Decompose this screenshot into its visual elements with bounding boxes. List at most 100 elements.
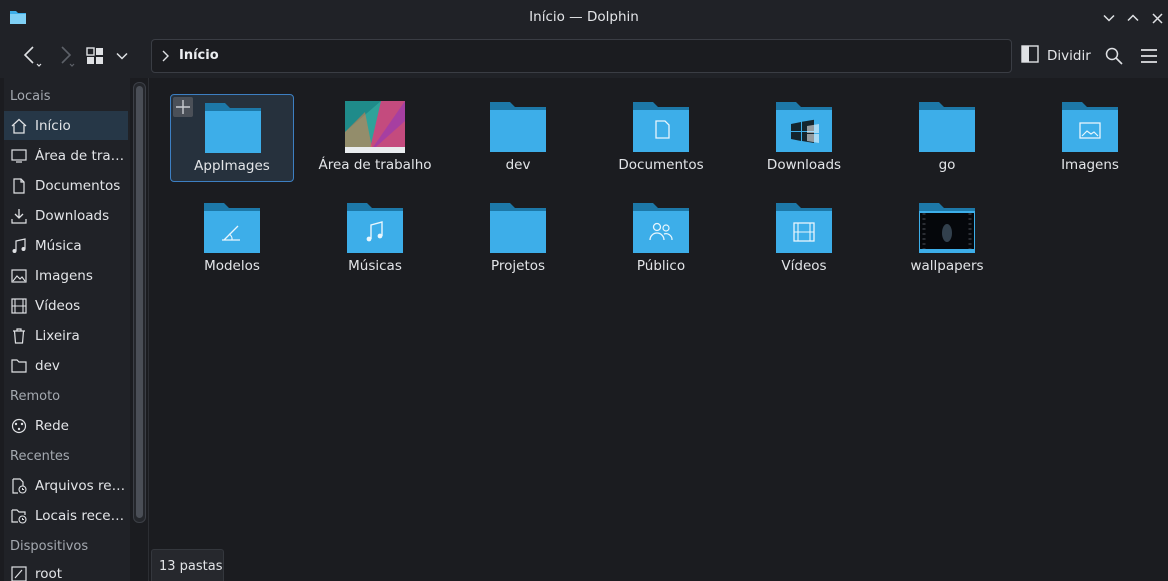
folder-label: Imagens [1061, 157, 1119, 173]
forward-button[interactable] [50, 41, 80, 71]
sidebar-item-downloads[interactable]: Downloads [4, 201, 128, 230]
folder-label: Modelos [204, 258, 260, 274]
folder-label: Vídeos [781, 258, 827, 274]
desktop-icon [11, 148, 27, 164]
folder-item[interactable]: Músicas [313, 195, 437, 283]
window-title: Início — Dolphin [529, 9, 639, 25]
folder-icon [631, 201, 691, 255]
split-view-label: Dividir [1047, 48, 1091, 64]
sidebar-item-label: Documentos [35, 177, 121, 194]
panel-splitter[interactable] [148, 78, 149, 581]
places-panel: Locais Início Área de trab… Documentos D… [4, 78, 130, 581]
sidebar-item-pictures[interactable]: Imagens [4, 261, 128, 290]
folder-icon [1060, 100, 1120, 154]
toolbar: Início Dividir [0, 36, 1168, 78]
minimize-button[interactable] [1100, 9, 1118, 27]
view-mode-dropdown-icon[interactable] [112, 41, 132, 71]
select-toggle-icon[interactable] [173, 97, 193, 117]
folder-label: Área de trabalho [318, 157, 432, 173]
folder-item[interactable]: Documentos [599, 94, 723, 182]
sidebar-item-label: Vídeos [35, 297, 81, 314]
folder-item[interactable]: wallpapers [885, 195, 1009, 283]
search-icon[interactable] [1102, 41, 1126, 71]
status-text: 13 pastas [159, 559, 223, 574]
folder-icon [202, 201, 262, 255]
folder-item[interactable]: Público [599, 195, 723, 283]
folder-label: dev [505, 157, 531, 173]
folder-item[interactable]: Projetos [456, 195, 580, 283]
sidebar-scrollbar-thumb[interactable] [136, 86, 143, 518]
sidebar-item-videos[interactable]: Vídeos [4, 291, 128, 320]
sidebar-item-label: Área de trab… [35, 147, 128, 164]
view-mode-icon[interactable] [84, 41, 106, 71]
folder-icon [345, 100, 405, 154]
sidebar-item-label: Downloads [35, 207, 110, 224]
sidebar-item-trash[interactable]: Lixeira [4, 321, 128, 350]
sidebar-item-music[interactable]: Música [4, 231, 128, 260]
breadcrumb-chevron-icon[interactable] [161, 49, 169, 67]
title-bar: Início — Dolphin [0, 0, 1168, 36]
section-remote: Remoto [10, 389, 61, 404]
sidebar-item-label: Locais recen… [35, 507, 128, 524]
sidebar-item-dev[interactable]: dev [4, 351, 128, 380]
folder-label: go [938, 157, 956, 173]
split-view-button[interactable]: Dividir [1021, 41, 1091, 71]
folder-item[interactable]: dev [456, 94, 580, 182]
sidebar-item-label: Arquivos rec… [35, 477, 128, 494]
close-button[interactable] [1148, 9, 1166, 27]
recent-locations-icon [11, 508, 27, 524]
hamburger-menu-icon[interactable] [1137, 41, 1161, 71]
music-icon [11, 237, 27, 254]
folder-icon [488, 201, 548, 255]
sidebar-item-documents[interactable]: Documentos [4, 171, 128, 200]
recent-files-icon [11, 477, 27, 494]
location-bar[interactable]: Início [151, 39, 1012, 73]
split-view-icon [1021, 45, 1039, 67]
folder-label: AppImages [194, 158, 270, 174]
folder-icon [774, 100, 834, 154]
document-icon [11, 177, 27, 194]
sidebar-item-recent-locations[interactable]: Locais recen… [4, 501, 128, 530]
folder-item[interactable]: Vídeos [742, 195, 866, 283]
sidebar-item-label: root [35, 565, 63, 581]
sidebar-item-root[interactable]: root [4, 559, 128, 581]
sidebar-item-recent-files[interactable]: Arquivos rec… [4, 471, 128, 500]
folder-icon [917, 100, 977, 154]
folder-icon [774, 201, 834, 255]
file-view[interactable]: AppImages Área de trabalho dev Documentos Do… [151, 80, 1168, 581]
folder-icon [345, 201, 405, 255]
download-icon [11, 208, 27, 224]
folder-item[interactable]: Imagens [1028, 94, 1152, 182]
folder-item[interactable]: Área de trabalho [313, 94, 437, 182]
sidebar-item-label: dev [35, 357, 60, 374]
folder-label: Músicas [348, 258, 402, 274]
folder-icon [488, 100, 548, 154]
sidebar-item-network[interactable]: Rede [4, 411, 128, 440]
sidebar-scrollbar[interactable] [133, 82, 146, 523]
folder-icon [11, 358, 27, 374]
sidebar-item-label: Rede [35, 417, 69, 434]
sidebar-item-label: Música [35, 237, 82, 254]
maximize-button[interactable] [1124, 9, 1142, 27]
folder-label: Documentos [618, 157, 704, 173]
status-bar: 13 pastas [151, 549, 224, 581]
section-devices: Dispositivos [10, 539, 89, 554]
folder-icon [631, 100, 691, 154]
folder-label: wallpapers [910, 258, 984, 274]
network-icon [11, 418, 27, 434]
sidebar-item-home[interactable]: Início [4, 111, 128, 140]
back-button[interactable] [16, 41, 46, 71]
folder-item[interactable]: Modelos [170, 195, 294, 283]
home-icon [11, 118, 27, 134]
folder-item[interactable]: go [885, 94, 1009, 182]
folder-icon [917, 201, 977, 255]
section-places: Locais [10, 89, 51, 104]
breadcrumb-home[interactable]: Início [179, 48, 219, 63]
folder-icon [203, 101, 263, 155]
folder-item[interactable]: AppImages [170, 94, 294, 182]
image-icon [11, 268, 27, 284]
sidebar-item-desktop[interactable]: Área de trab… [4, 141, 128, 170]
folder-item[interactable]: Downloads [742, 94, 866, 182]
folder-label: Projetos [490, 258, 546, 274]
sidebar-item-label: Início [35, 117, 71, 134]
